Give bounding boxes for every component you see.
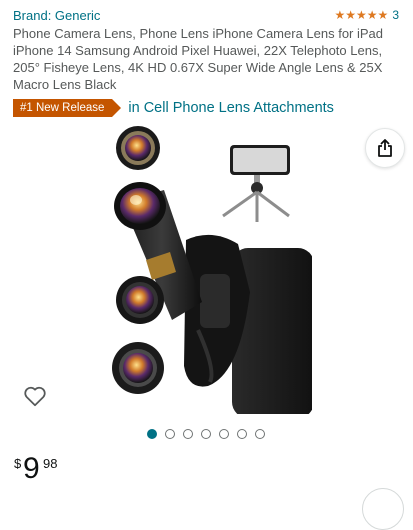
wishlist-button[interactable]: [22, 383, 48, 409]
badge-category-link[interactable]: in Cell Phone Lens Attachments: [128, 100, 334, 116]
star-icon: ★: [377, 8, 389, 22]
rating-summary[interactable]: ★ ★ ★ ★ ★ 3: [334, 8, 399, 22]
tripod-illustration: [222, 145, 290, 222]
new-release-badge: #1 New Release: [13, 99, 122, 117]
fisheye-lens: [116, 276, 164, 324]
star-icon: ★: [366, 8, 378, 22]
star-icon: ★: [345, 8, 357, 22]
brand-link[interactable]: Brand: Generic: [13, 8, 100, 23]
product-image[interactable]: [100, 124, 312, 414]
price-fraction: 98: [43, 456, 58, 471]
carousel-dot[interactable]: [237, 429, 247, 439]
product-title: Phone Camera Lens, Phone Lens iPhone Cam…: [13, 26, 384, 92]
carousel-dot[interactable]: [147, 429, 157, 439]
carousel-dot[interactable]: [165, 429, 175, 439]
rating-count[interactable]: 3: [392, 8, 399, 22]
star-icon: ★: [334, 8, 346, 22]
carousel-dot[interactable]: [255, 429, 265, 439]
macro-lens: [112, 342, 164, 394]
star-rating: ★ ★ ★ ★ ★: [334, 8, 388, 22]
share-button[interactable]: [365, 128, 405, 168]
price-symbol: $: [14, 456, 22, 471]
best-seller-row[interactable]: #1 New Release in Cell Phone Lens Attach…: [13, 97, 334, 119]
floating-action-button[interactable]: [362, 488, 404, 530]
carousel-dot[interactable]: [219, 429, 229, 439]
carousel-indicator: [147, 429, 265, 439]
star-icon: ★: [356, 8, 367, 22]
wide-angle-lens: [116, 126, 160, 170]
price-whole: 9: [23, 452, 40, 485]
brand-rating-row: Brand: Generic ★ ★ ★ ★ ★ 3: [13, 8, 399, 26]
carousel-dot[interactable]: [183, 429, 193, 439]
carousel-dot[interactable]: [201, 429, 211, 439]
share-icon: [378, 139, 392, 157]
heart-icon: [24, 386, 46, 407]
